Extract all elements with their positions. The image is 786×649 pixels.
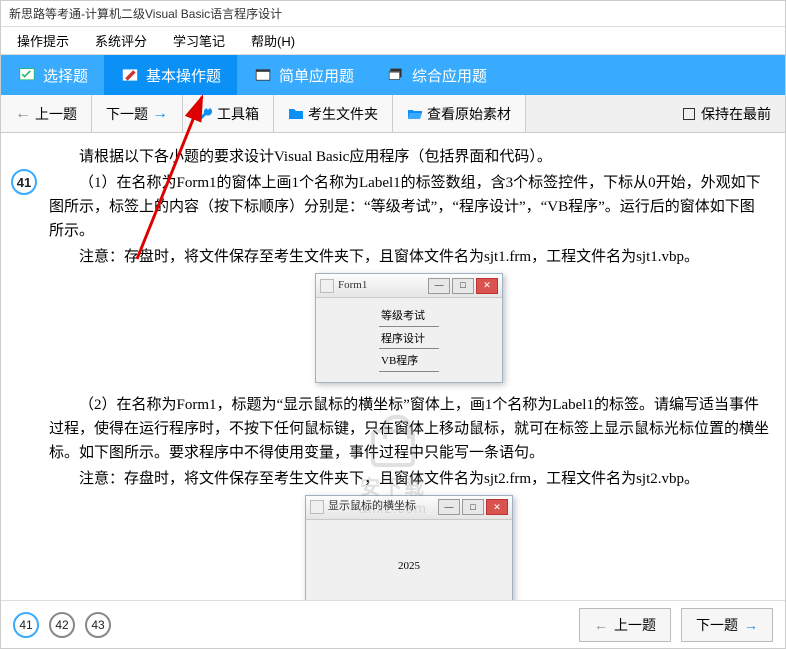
view-source-button[interactable]: 查看原始素材	[393, 95, 526, 132]
edit-icon	[120, 66, 140, 84]
menu-bar: 操作提示 系统评分 学习笔记 帮助(H)	[1, 27, 785, 55]
wrench-icon	[197, 106, 213, 122]
vb-title: 显示鼠标的横坐标	[328, 498, 434, 516]
vb-window-buttons: — □ ✕	[438, 499, 508, 515]
page-41[interactable]: 41	[13, 612, 39, 638]
tab-basic[interactable]: 基本操作题	[104, 55, 237, 95]
tab-label: 综合应用题	[412, 65, 487, 86]
checkbox-icon	[683, 108, 695, 120]
footer-prev-button[interactable]: ← 上一题	[579, 608, 671, 642]
arrow-left-icon: ←	[594, 617, 608, 633]
page-42[interactable]: 42	[49, 612, 75, 638]
btn-label: 考生文件夹	[308, 104, 378, 124]
vb-body: 等级考试 程序设计 VB程序	[316, 298, 502, 382]
toolbox-button[interactable]: 工具箱	[183, 95, 274, 132]
tab-label: 基本操作题	[146, 65, 221, 86]
vb-body: 2025	[306, 520, 512, 600]
vb-label-2: VB程序	[379, 353, 439, 372]
tab-complex[interactable]: 综合应用题	[370, 55, 503, 95]
btn-label: 上一题	[35, 104, 77, 124]
windows-icon	[386, 66, 406, 84]
maximize-icon: □	[452, 278, 474, 294]
window-icon	[253, 66, 273, 84]
app-window: 新思路等考通-计算机二级Visual Basic语言程序设计 操作提示 系统评分…	[0, 0, 786, 649]
vb-form1-window: Form1 — □ ✕ 等级考试 程序设计 VB程序	[315, 273, 503, 383]
vb-titlebar: 显示鼠标的横坐标 — □ ✕	[306, 496, 512, 520]
question-body: 请根据以下各小题的要求设计Visual Basic应用程序（包括界面和代码）。 …	[49, 145, 769, 600]
vb-titlebar: Form1 — □ ✕	[316, 274, 502, 298]
tab-bar: 选择题 基本操作题 简单应用题 综合应用题	[1, 55, 785, 95]
screenshot2-wrap: 显示鼠标的横坐标 — □ ✕ 2025	[49, 495, 769, 600]
question-part1-note: 注意：存盘时，将文件保存至考生文件夹下，且窗体文件名为sjt1.frm，工程文件…	[49, 245, 769, 269]
prev-question-button[interactable]: ← 上一题	[1, 95, 92, 132]
next-question-button[interactable]: 下一题 →	[92, 95, 183, 132]
toolbar: ← 上一题 下一题 → 工具箱 考生文件夹 查看原始素材 保持在最前	[1, 95, 785, 133]
vb-label-0: 等级考试	[379, 308, 439, 327]
question-number-badge: 41	[11, 169, 37, 195]
checkbox-label: 保持在最前	[701, 104, 771, 124]
arrow-left-icon: ←	[15, 105, 31, 123]
vb-window-buttons: — □ ✕	[428, 278, 498, 294]
footer-bar: 41 42 43 ← 上一题 下一题 →	[1, 600, 785, 648]
menu-hint[interactable]: 操作提示	[5, 27, 81, 54]
vb-app-icon	[320, 279, 334, 293]
vb-label-1: 程序设计	[379, 331, 439, 350]
footer-next-button[interactable]: 下一题 →	[681, 608, 773, 642]
keep-on-top-checkbox[interactable]: 保持在最前	[669, 95, 785, 132]
btn-label: 工具箱	[217, 104, 259, 124]
tab-choice[interactable]: 选择题	[1, 55, 104, 95]
vb-title: Form1	[338, 277, 424, 295]
vb-coord-label: 2025	[398, 558, 420, 576]
window-title: 新思路等考通-计算机二级Visual Basic语言程序设计	[1, 1, 785, 27]
arrow-right-icon: →	[744, 617, 758, 633]
tab-simple[interactable]: 简单应用题	[237, 55, 370, 95]
menu-notes[interactable]: 学习笔记	[161, 27, 237, 54]
choice-icon	[17, 66, 37, 84]
folder-open-icon	[407, 106, 423, 122]
content-area: 41 请根据以下各小题的要求设计Visual Basic应用程序（包括界面和代码…	[1, 133, 785, 600]
btn-label: 下一题	[106, 104, 148, 124]
minimize-icon: —	[428, 278, 450, 294]
close-icon: ✕	[476, 278, 498, 294]
toolbar-spacer	[526, 95, 669, 132]
menu-score[interactable]: 系统评分	[83, 27, 159, 54]
question-part1: （1）在名称为Form1的窗体上画1个名称为Label1的标签数组，含3个标签控…	[49, 171, 769, 243]
folder-icon	[288, 106, 304, 122]
tab-label: 简单应用题	[279, 65, 354, 86]
btn-label: 下一题	[696, 615, 738, 635]
folder-button[interactable]: 考生文件夹	[274, 95, 393, 132]
screenshot1-wrap: Form1 — □ ✕ 等级考试 程序设计 VB程序	[49, 273, 769, 383]
page-43[interactable]: 43	[85, 612, 111, 638]
tab-label: 选择题	[43, 65, 88, 86]
vb-app-icon	[310, 500, 324, 514]
question-part2-note: 注意：存盘时，将文件保存至考生文件夹下，且窗体文件名为sjt2.frm，工程文件…	[49, 467, 769, 491]
question-part2: （2）在名称为Form1，标题为“显示鼠标的横坐标”窗体上，画1个名称为Labe…	[49, 393, 769, 465]
maximize-icon: □	[462, 499, 484, 515]
vb-form2-window: 显示鼠标的横坐标 — □ ✕ 2025	[305, 495, 513, 600]
btn-label: 上一题	[614, 615, 656, 635]
question-intro: 请根据以下各小题的要求设计Visual Basic应用程序（包括界面和代码）。	[49, 145, 769, 169]
btn-label: 查看原始素材	[427, 104, 511, 124]
minimize-icon: —	[438, 499, 460, 515]
menu-help[interactable]: 帮助(H)	[239, 27, 307, 54]
arrow-right-icon: →	[152, 105, 168, 123]
close-icon: ✕	[486, 499, 508, 515]
